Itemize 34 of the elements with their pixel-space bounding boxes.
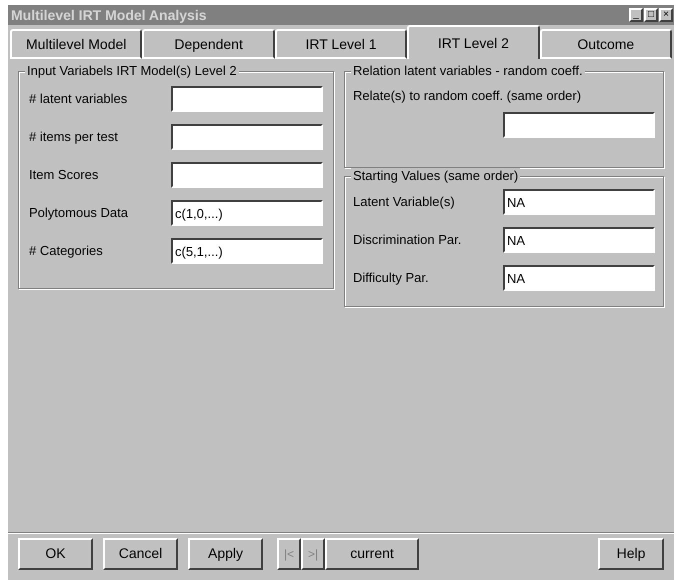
field-label: Latent Variable(s) bbox=[353, 193, 455, 212]
text-field[interactable] bbox=[171, 86, 323, 112]
tab[interactable]: IRT Level 2 bbox=[407, 25, 540, 59]
window-title: Multilevel IRT Model Analysis bbox=[11, 8, 207, 22]
tab[interactable]: IRT Level 1 bbox=[274, 29, 408, 59]
text-field[interactable]: NA bbox=[503, 265, 655, 291]
tab[interactable]: Multilevel Model bbox=[10, 29, 142, 59]
text-field[interactable] bbox=[503, 112, 655, 138]
dialog-button[interactable]: Cancel bbox=[103, 538, 178, 570]
window-control-button[interactable]: _ bbox=[629, 8, 643, 22]
text-field[interactable]: NA bbox=[503, 227, 655, 253]
field-label: Discrimination Par. bbox=[353, 231, 462, 250]
current-field: current bbox=[325, 538, 419, 570]
tab[interactable]: Outcome bbox=[540, 29, 672, 59]
field-label: # items per test bbox=[29, 128, 118, 146]
text-field[interactable]: NA bbox=[503, 189, 655, 215]
text-field[interactable] bbox=[171, 124, 323, 150]
group-title: Input Variabels IRT Model(s) Level 2 bbox=[25, 63, 239, 79]
field-label: Item Scores bbox=[29, 166, 98, 184]
dialog-button[interactable]: Apply bbox=[188, 538, 263, 570]
field-label: # Categories bbox=[29, 242, 103, 260]
window-control-button[interactable]: × bbox=[659, 8, 673, 22]
text-field[interactable]: c(5,1,...) bbox=[171, 238, 323, 264]
dialog-button[interactable]: OK bbox=[18, 538, 93, 570]
text-field[interactable]: c(1,0,...) bbox=[171, 200, 323, 226]
field-label: Difficulty Par. bbox=[353, 269, 429, 288]
field-label: # latent variables bbox=[29, 90, 128, 108]
field-label: Relate(s) to random coeff. (same order) bbox=[353, 87, 582, 105]
help-button[interactable]: Help bbox=[598, 538, 664, 570]
window-control-button[interactable]: □ bbox=[644, 8, 658, 22]
text-field[interactable] bbox=[171, 162, 323, 188]
tab[interactable]: Dependent bbox=[142, 29, 275, 59]
group-title: Starting Values (same order) bbox=[351, 168, 520, 184]
field-label: Polytomous Data bbox=[29, 204, 128, 222]
